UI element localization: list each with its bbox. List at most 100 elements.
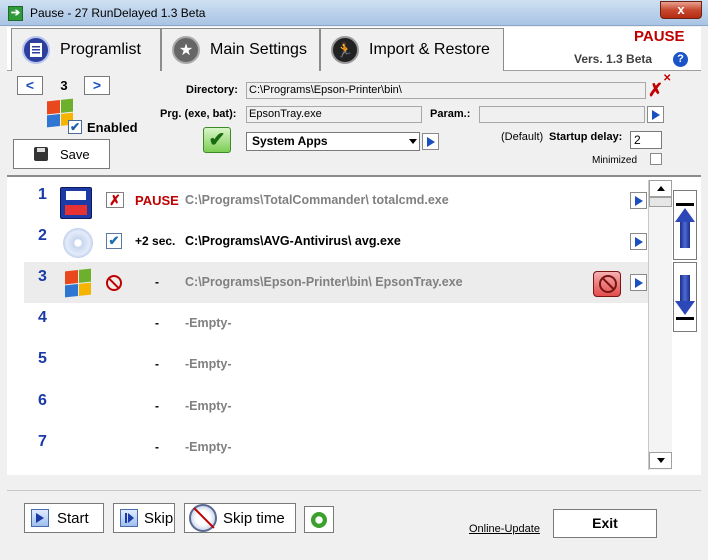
row-delay: - [155,357,159,371]
windows-logo-icon [65,268,91,298]
row-run-button[interactable] [630,233,647,250]
tab-programlist[interactable]: Programlist [11,28,161,71]
param-field[interactable] [479,106,645,123]
enabled-label: Enabled [87,120,138,135]
play-icon [634,236,643,247]
list-item[interactable]: 2 ✔ +2 sec. C:\Programs\AVG-Antivirus\ a… [24,221,648,262]
directory-field[interactable]: C:\Programs\Epson-Printer\bin\ [246,82,646,99]
floppy-disk-icon [34,147,48,161]
scroll-thumb[interactable] [649,197,672,207]
star-icon: ★ [172,36,200,64]
status-badge: PAUSE [634,28,685,45]
scroll-up-button[interactable] [649,180,672,197]
skip-button[interactable]: Skip [113,503,175,533]
play-icon [634,195,643,206]
clear-all-icon[interactable]: ✕ [663,73,671,84]
entry-index: 3 [60,78,68,93]
row-number: 5 [38,350,47,367]
row-number: 4 [38,309,47,326]
prev-button[interactable]: < [17,76,43,95]
group-run-button[interactable] [422,133,439,150]
avg-app-icon [63,228,93,258]
exit-button[interactable]: Exit [553,509,657,538]
save-label: Save [60,146,90,162]
start-button[interactable]: Start [24,503,104,533]
tab-main-settings[interactable]: ★ Main Settings [161,28,320,71]
list-item[interactable]: 6 - -Empty- [24,386,648,427]
row-path: C:\Programs\Epson-Printer\bin\ EpsonTray… [185,275,463,289]
group-select[interactable]: System Apps [246,132,420,151]
running-man-icon: 🏃 [331,36,359,64]
move-up-button[interactable] [673,190,697,260]
minimized-checkbox[interactable] [650,153,662,165]
disabled-icon[interactable] [106,275,122,291]
play-icon [634,277,643,288]
arrow-stem [680,274,690,301]
play-icon [651,109,660,120]
default-label: (Default) [501,131,544,143]
row-delay: - [155,399,159,413]
bar-icon [676,316,694,320]
save-button[interactable]: Save [13,139,110,169]
refresh-button[interactable] [304,506,334,533]
footer-divider [7,490,701,491]
row-path: -Empty- [185,357,232,371]
help-icon[interactable]: ? [673,52,688,67]
document-list-icon [22,36,50,64]
program-label: Prg. (exe, bat): [160,108,237,120]
version-label: Vers. 1.3 Beta [574,52,653,66]
row-delay: PAUSE [135,193,179,208]
row-path: C:\Programs\AVG-Antivirus\ avg.exe [185,234,401,248]
arrow-up-icon [675,207,695,222]
online-update-link[interactable]: Online-Update [469,523,540,535]
chevron-down-icon [409,139,417,144]
row-run-button[interactable] [630,274,647,291]
row-number: 6 [38,392,47,409]
scroll-down-button[interactable] [649,452,672,469]
param-run-button[interactable] [647,106,664,123]
chevron-down-icon [656,458,665,463]
row-delay: - [155,316,159,330]
row-number: 2 [38,227,47,244]
row-path: C:\Programs\TotalCommander\ totalcmd.exe [185,193,449,207]
refresh-icon [311,511,327,528]
arrow-stem [680,221,690,248]
skip-label: Skip [144,509,174,527]
move-down-button[interactable] [673,262,697,332]
row-delay: +2 sec. [135,234,176,248]
window-close-button[interactable]: x [660,1,702,19]
play-icon [426,136,435,147]
program-field[interactable]: EpsonTray.exe [246,106,422,123]
app-arrow-icon: ➔ [8,6,23,21]
list-scrollbar[interactable] [648,180,672,470]
clear-directory-icon[interactable]: ✗ [648,81,663,99]
enabled-checkbox[interactable]: ✔ [68,120,82,134]
row-number: 1 [38,186,47,203]
row-path: -Empty- [185,399,232,413]
next-button[interactable]: > [84,76,110,95]
skip-icon [120,509,138,527]
row-path: -Empty- [185,316,232,330]
list-item[interactable]: 1 ✗ PAUSE C:\Programs\TotalCommander\ to… [24,180,648,221]
list-item[interactable]: 7 - -Empty- [24,427,648,468]
row-number: 7 [38,433,47,450]
list-item[interactable]: 5 - -Empty- [24,344,648,385]
tab-label: Import & Restore [369,41,490,58]
row-run-button[interactable] [630,192,647,209]
skip-time-label: Skip time [223,509,285,527]
group-select-value: System Apps [252,134,328,148]
window-title: Pause - 27 RunDelayed 1.3 Beta [30,6,206,20]
tab-label: Main Settings [210,41,307,58]
directory-label: Directory: [186,84,238,96]
list-item[interactable]: 4 - -Empty- [24,303,648,344]
tab-import-restore[interactable]: 🏃 Import & Restore [320,28,504,71]
clock-crossed-icon [189,504,217,532]
paused-x-icon[interactable]: ✗ [106,192,124,208]
enabled-check-icon[interactable]: ✔ [106,233,122,249]
startup-delay-label: Startup delay: [549,131,623,143]
startup-delay-field[interactable]: 2 [630,131,662,149]
row-delay: - [155,275,159,289]
confirm-check-icon[interactable]: ✔ [203,127,231,153]
skip-time-button[interactable]: Skip time [184,503,296,533]
list-item[interactable]: 3 - C:\Programs\Epson-Printer\bin\ Epson… [24,262,648,303]
